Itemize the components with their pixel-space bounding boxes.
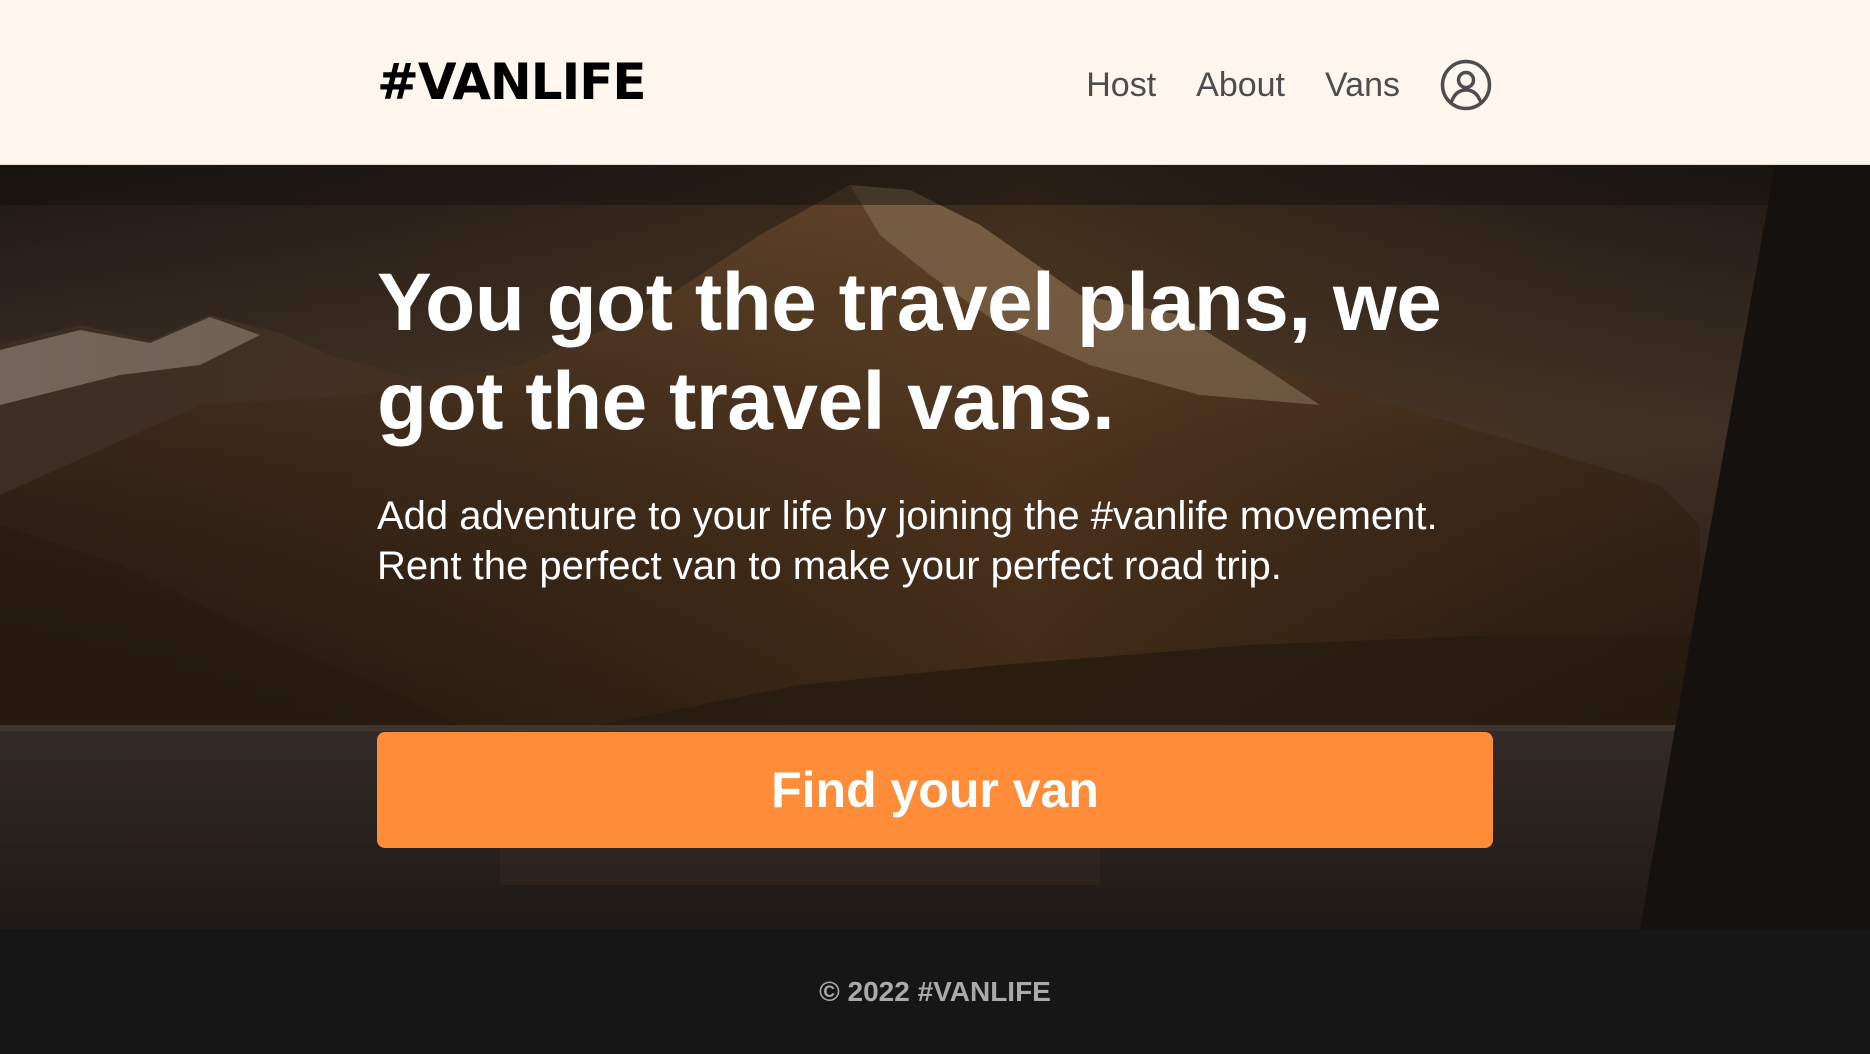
nav-link-about[interactable]: About xyxy=(1196,60,1285,110)
site-header: #VANLIFE Host About Vans xyxy=(0,0,1870,165)
find-your-van-button[interactable]: Find your van xyxy=(377,732,1493,848)
user-circle-icon[interactable] xyxy=(1440,59,1492,111)
site-footer: © 2022 #VANLIFE xyxy=(0,929,1870,1054)
copyright-text: © 2022 #VANLIFE xyxy=(819,975,1051,1007)
main-nav: Host About Vans xyxy=(1086,59,1492,111)
nav-link-host[interactable]: Host xyxy=(1086,60,1156,110)
site-logo[interactable]: #VANLIFE xyxy=(377,52,647,112)
hero-headline: You got the travel plans, we got the tra… xyxy=(377,257,1442,447)
nav-link-vans[interactable]: Vans xyxy=(1325,60,1400,110)
hero-section: You got the travel plans, we got the tra… xyxy=(0,165,1870,929)
hero-subtext: Add adventure to your life by joining th… xyxy=(377,494,1438,588)
